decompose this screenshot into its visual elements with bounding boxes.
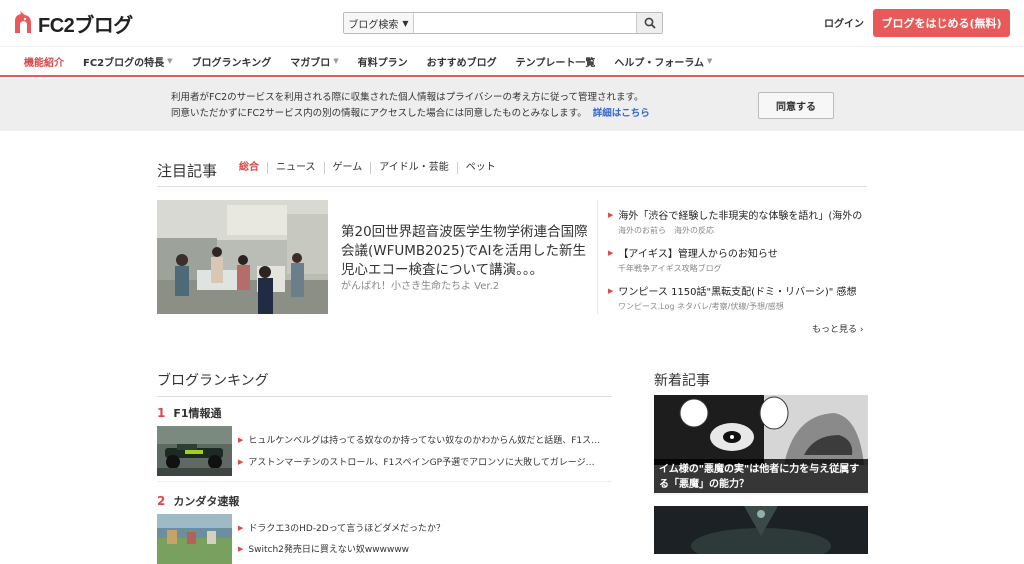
nav-item-label: マガブロ: [290, 57, 331, 69]
consent-line-2: 同意いただかずにFC2サービス内の別の情報にアクセスした場合には同意したものとみ…: [171, 108, 587, 119]
ranking-title: ブログランキング: [157, 370, 612, 397]
blog-name: F1情報通: [173, 407, 222, 420]
search-type-label: ブログ検索: [348, 19, 399, 31]
game-screenshot-image: [157, 514, 232, 564]
privacy-consent-banner: 利用者がFC2のサービスを利用される際に収集された個人情報はプライバシーの考え方…: [0, 79, 1024, 131]
arrow-right-icon: ▶: [238, 435, 244, 444]
side-article-title: 【アイギス】管理人からのお知らせ: [618, 249, 778, 260]
consent-text: 利用者がFC2のサービスを利用される際に収集された個人情報はプライバシーの考え方…: [171, 90, 650, 122]
nav-item-label: FC2ブログの特長: [83, 57, 165, 69]
ranking-entry: 1 F1情報通 ▶ ヒュルケンベルグは持ってる奴なのか持ってない奴なのかわからん奴だ…: [157, 405, 612, 485]
nav-item-magablo[interactable]: マガブロ ▼: [290, 54, 338, 69]
arrow-right-icon: ▶: [238, 544, 244, 553]
divider: [157, 481, 612, 482]
arrow-right-icon: ▶: [238, 523, 244, 532]
search-bar: ブログ検索 ▼: [343, 12, 663, 34]
details-link[interactable]: 詳細はこちら: [593, 108, 650, 119]
search-input[interactable]: [414, 13, 636, 33]
nav-item-templates[interactable]: テンプレート一覧: [516, 54, 596, 69]
divider: [597, 200, 598, 314]
ranking-thumbnail[interactable]: [157, 514, 232, 564]
new-articles-title: 新着記事: [654, 373, 710, 389]
featured-header: 注目記事 総合 ニュース ゲーム アイドル・芸能 ペット: [157, 158, 867, 187]
list-item[interactable]: ▶ 海外「渋谷で経験した非現実的な体験を語れ」(海外の 海外のお前ら 海外の反応: [608, 207, 870, 236]
ranking-blog-name[interactable]: 1 F1情報通: [157, 405, 612, 421]
main-nav: 機能紹介 FC2ブログの特長 ▼ ブログランキング マガブロ ▼ 有料プラン おすす…: [0, 46, 1024, 77]
consent-line-1: 利用者がFC2のサービスを利用される際に収集された個人情報はプライバシーの考え方…: [171, 92, 644, 103]
article-thumbnail-image: [654, 506, 868, 554]
side-article-source: ワンピース.Log ネタバレ/考察/伏線/予想/感想: [618, 302, 784, 311]
ranking-article-title: ヒュルケンベルグは持ってる奴なのか持ってない奴なのかわからん奴だと話題、F1ス…: [248, 436, 601, 446]
side-article-source: 千年戦争アイギス攻略ブログ: [618, 264, 722, 273]
ranking-article-title: アストンマーチンのストロール、F1スペインGP予選でアロンソに大敗してガレージ…: [248, 458, 595, 468]
nav-item-blog-ranking[interactable]: ブログランキング: [192, 54, 272, 69]
nav-item-label: テンプレート一覧: [515, 57, 596, 69]
arrow-right-icon: ▶: [608, 210, 614, 219]
nav-item-label: ブログランキング: [191, 57, 272, 69]
more-label: もっと見る: [812, 325, 858, 335]
new-article-card[interactable]: イム様の"悪魔の実"は他者に力を与え従属する「悪魔」の能力？: [654, 395, 868, 495]
arrow-right-icon: ▶: [608, 286, 614, 295]
tab-overall[interactable]: 総合: [239, 162, 267, 174]
featured-title: 注目記事: [157, 162, 218, 180]
arrow-right-icon: ▶: [608, 248, 614, 257]
tab-idol-entertainment[interactable]: アイドル・芸能: [370, 162, 457, 174]
featured-article-source: がんばれ！小さき生命たちよ Ver.2: [341, 281, 500, 292]
ranking-article-link[interactable]: ▶ ドラクエ3のHD-2Dって言うほどダメだったか？: [238, 521, 613, 535]
tab-pet[interactable]: ペット: [456, 162, 504, 174]
ranking-article-link[interactable]: ▶ Switch2発売日に買えない奴wwwwww: [238, 542, 613, 556]
featured-side-list: ▶ 海外「渋谷で経験した非現実的な体験を語れ」(海外の 海外のお前ら 海外の反応 …: [608, 207, 870, 321]
ranking-entry: 2 カンダタ速報 ▶ ドラクエ3のHD-2Dって言うほどダメだったか？ ▶ Switc…: [157, 493, 613, 564]
ranking-article-link[interactable]: ▶ ヒュルケンベルグは持ってる奴なのか持ってない奴なのかわからん奴だと話題、F1ス…: [238, 433, 613, 447]
search-type-select[interactable]: ブログ検索 ▼: [344, 13, 414, 33]
nav-item-help-forum[interactable]: ヘルプ・フォーラム ▼: [614, 54, 712, 69]
side-article-source: 海外のお前ら 海外の反応: [618, 226, 714, 235]
list-item[interactable]: ▶ 【アイギス】管理人からのお知らせ 千年戦争アイギス攻略ブログ: [608, 245, 870, 274]
start-blog-button[interactable]: ブログをはじめる(無料): [873, 9, 1010, 37]
nav-item-recommended-blogs[interactable]: おすすめブログ: [427, 54, 497, 69]
ranking-article-title: ドラクエ3のHD-2Dって言うほどダメだったか？: [248, 524, 445, 534]
rank-number: 1: [157, 406, 166, 420]
chevron-right-icon: ›: [859, 325, 864, 335]
search-icon: [644, 17, 656, 29]
f1-car-image: [157, 426, 232, 476]
new-article-card[interactable]: [654, 506, 868, 554]
tab-news[interactable]: ニュース: [267, 162, 324, 174]
arrow-right-icon: ▶: [238, 457, 244, 466]
chevron-down-icon: ▼: [402, 18, 409, 28]
login-link[interactable]: ログイン: [824, 15, 864, 30]
agree-button[interactable]: 同意する: [758, 92, 834, 119]
side-article-title: 海外「渋谷で経験した非現実的な体験を語れ」(海外の: [618, 211, 863, 222]
list-item[interactable]: ▶ ワンピース 1150話"黒転支配(ドミ・リバーシ)" 感想 ワンピース.Log…: [608, 283, 870, 312]
ranking-thumbnail[interactable]: [157, 426, 232, 476]
logo-text: FC2ブログ: [38, 14, 133, 37]
nav-item-fc2-blog-features[interactable]: FC2ブログの特長 ▼: [83, 54, 173, 69]
featured-article-title[interactable]: 第20回世界超音波医学生物学術連合国際会議(WFUMB2025)でAIを活用した…: [341, 223, 591, 280]
nav-item-label: 有料プラン: [357, 57, 408, 69]
nav-item-features[interactable]: 機能紹介: [24, 54, 64, 69]
site-header: FC2ブログ ブログ検索 ▼ ログイン ブログをはじめる(無料): [0, 0, 1024, 46]
rank-number: 2: [157, 494, 166, 508]
ranking-blog-name[interactable]: 2 カンダタ速報: [157, 493, 612, 509]
ranking-article-title: Switch2発売日に買えない奴wwwwww: [248, 545, 410, 555]
nav-item-label: ヘルプ・フォーラム: [614, 57, 705, 69]
chevron-down-icon: ▼: [707, 57, 713, 65]
nav-item-paid-plan[interactable]: 有料プラン: [358, 54, 408, 69]
new-article-caption: イム様の"悪魔の実"は他者に力を与え従属する「悪魔」の能力？: [654, 459, 868, 493]
more-link[interactable]: もっと見る ›: [812, 322, 864, 335]
fc2-logo[interactable]: FC2ブログ: [12, 9, 133, 37]
chevron-down-icon: ▼: [333, 57, 339, 65]
side-article-title: ワンピース 1150話"黒転支配(ドミ・リバーシ)" 感想: [618, 287, 857, 298]
search-button[interactable]: [636, 13, 662, 33]
fc2-unicorn-icon: [15, 11, 31, 33]
conference-photo: [157, 200, 328, 314]
tab-game[interactable]: ゲーム: [323, 162, 371, 174]
featured-article-image[interactable]: [157, 200, 328, 314]
ranking-article-link[interactable]: ▶ アストンマーチンのストロール、F1スペインGP予選でアロンソに大敗してガレージ…: [238, 455, 613, 469]
nav-item-label: 機能紹介: [24, 57, 64, 69]
featured-tabs: 総合 ニュース ゲーム アイドル・芸能 ペット: [239, 162, 504, 174]
blog-name: カンダタ速報: [173, 495, 240, 508]
nav-item-label: おすすめブログ: [426, 57, 497, 69]
chevron-down-icon: ▼: [167, 57, 173, 65]
